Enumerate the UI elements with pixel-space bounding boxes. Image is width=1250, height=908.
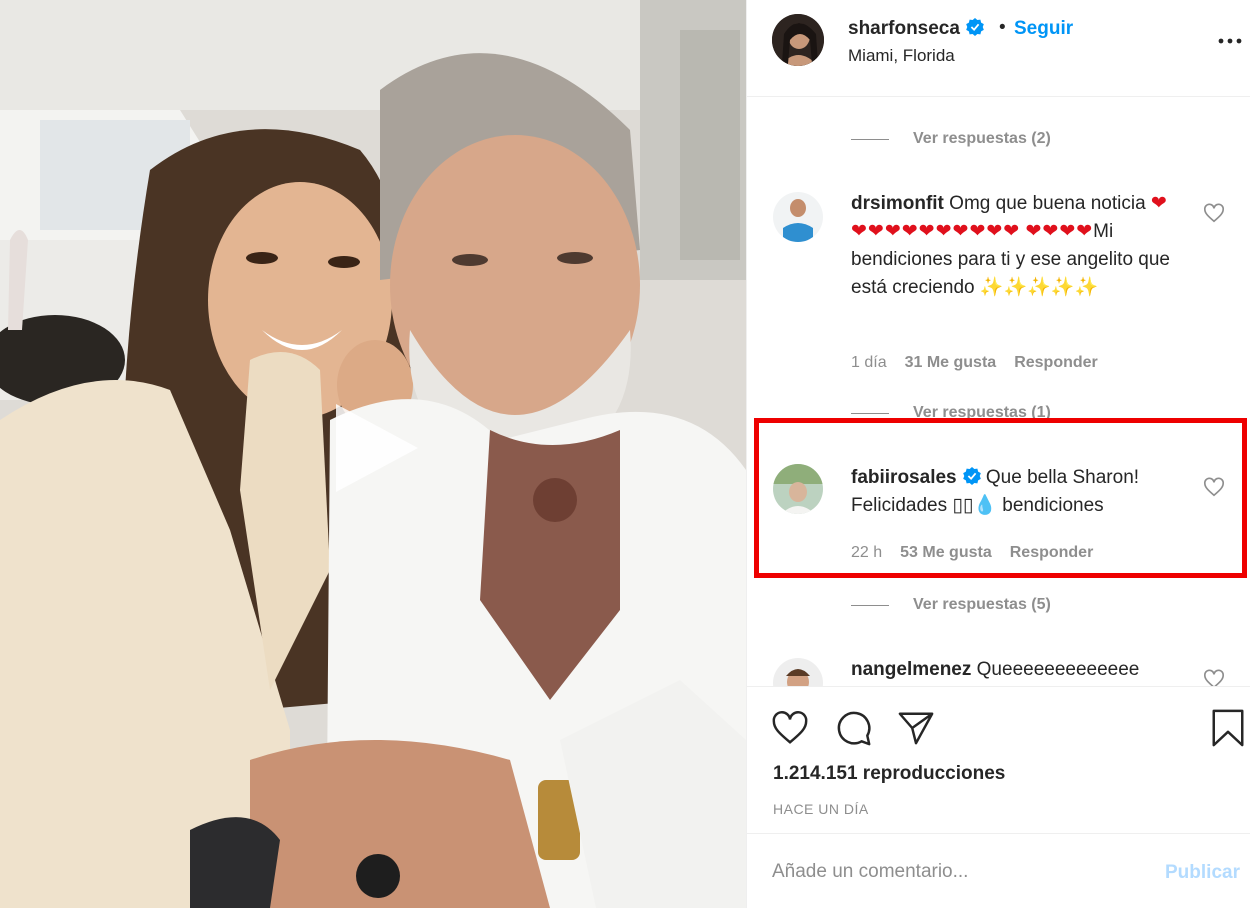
- replies-divider: [851, 604, 889, 606]
- play-icon[interactable]: [328, 398, 424, 498]
- heart-icon[interactable]: [771, 709, 809, 747]
- author-username[interactable]: sharfonseca: [848, 18, 984, 40]
- comment-age[interactable]: 1 día: [851, 354, 887, 372]
- view-replies-button[interactable]: Ver respuestas (2): [851, 130, 1051, 148]
- instagram-post-view: sharfonseca • Seguir Miami, Florida Ver …: [0, 0, 1250, 908]
- highlight-box: [754, 418, 1247, 578]
- follow-button[interactable]: Seguir: [1014, 18, 1073, 40]
- commenter-username[interactable]: drsimonfit: [851, 193, 944, 214]
- post-footer: 1.214.151 reproducciones HACE UN DÍA Pub…: [747, 686, 1250, 908]
- comment-hearts-line2: ❤❤❤❤: [1025, 221, 1094, 242]
- post-location[interactable]: Miami, Florida: [848, 46, 955, 66]
- post-side-panel: sharfonseca • Seguir Miami, Florida Ver …: [746, 0, 1250, 908]
- comment-likes[interactable]: 31 Me gusta: [905, 354, 997, 372]
- view-replies-label[interactable]: Ver respuestas (2): [913, 130, 1051, 148]
- comment-reply-button[interactable]: Responder: [1014, 354, 1098, 372]
- author-username-text[interactable]: sharfonseca: [848, 18, 960, 39]
- view-replies-label[interactable]: Ver respuestas (5): [913, 596, 1051, 614]
- comment-heart-icon[interactable]: [1203, 668, 1225, 686]
- replies-divider: [851, 412, 889, 414]
- post-timestamp[interactable]: HACE UN DÍA: [773, 801, 869, 817]
- comment-input[interactable]: [772, 854, 1152, 890]
- view-replies-button[interactable]: Ver respuestas (5): [851, 596, 1051, 614]
- comment-text-start: Omg que buena noticia: [949, 193, 1146, 214]
- views-count[interactable]: 1.214.151 reproducciones: [773, 763, 1005, 785]
- header-separator: •: [999, 17, 1006, 38]
- comment-heart-icon[interactable]: [1203, 202, 1225, 224]
- comment-text: nangelmenez Queeeeeeeeeeeee: [851, 656, 1181, 684]
- comment-icon[interactable]: [835, 709, 873, 747]
- comment-meta: 1 día 31 Me gusta Responder: [851, 354, 1098, 372]
- comment-text: drsimonfit Omg que buena noticia ❤❤❤❤❤❤❤…: [851, 190, 1181, 302]
- more-options-icon[interactable]: [1217, 28, 1243, 54]
- commenter-avatar[interactable]: [773, 658, 823, 686]
- comment-sparkles: ✨✨✨✨✨: [979, 277, 1099, 298]
- commenter-username[interactable]: nangelmenez: [851, 659, 971, 680]
- post-header: sharfonseca • Seguir Miami, Florida: [747, 0, 1250, 97]
- comment-text-start: Queeeeeeeeeeeee: [976, 659, 1140, 680]
- commenter-avatar[interactable]: [773, 192, 823, 242]
- verified-badge-icon: [966, 18, 984, 36]
- author-avatar[interactable]: [772, 14, 824, 66]
- publish-button[interactable]: Publicar: [1165, 862, 1240, 884]
- comments-list[interactable]: Ver respuestas (2) drsimonfit Omg que bu…: [747, 98, 1250, 686]
- replies-divider: [851, 138, 889, 140]
- add-comment-bar: Publicar: [747, 833, 1250, 908]
- bookmark-icon[interactable]: [1209, 709, 1247, 747]
- share-icon[interactable]: [897, 709, 935, 747]
- post-video[interactable]: [0, 0, 746, 908]
